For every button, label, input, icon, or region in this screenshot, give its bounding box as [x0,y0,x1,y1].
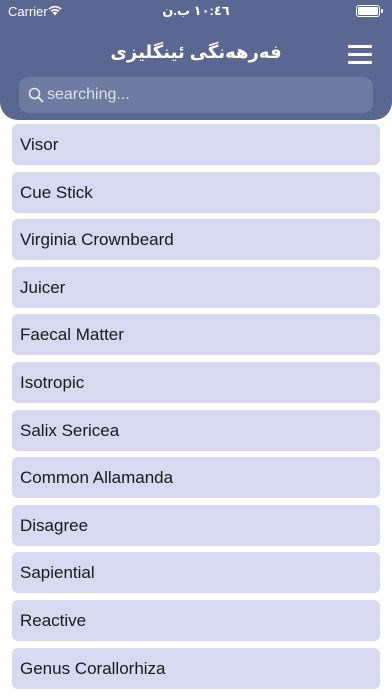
list-item[interactable]: Common Allamanda [12,457,380,499]
list-item[interactable]: Disagree [12,504,380,546]
list-item[interactable]: Genus Corallorhiza [12,647,380,689]
list-item[interactable]: Salix Sericea [12,409,380,451]
list-item[interactable]: Sapiential [12,552,380,594]
battery-icon [356,5,383,17]
status-bar: Carrier ١٠:٤٦ ب.ن [0,0,392,22]
list-item[interactable]: Juicer [12,266,380,308]
status-time: ١٠:٤٦ ب.ن [162,3,230,18]
hamburger-icon-line [348,45,372,48]
list-item[interactable]: Faecal Matter [12,314,380,356]
list-item[interactable]: Isotropic [12,362,380,403]
list-item[interactable]: Reactive [12,600,380,641]
search-input[interactable] [47,77,357,113]
hamburger-icon-line [348,61,372,64]
app-header: Carrier ١٠:٤٦ ب.ن فەرهەنگی ئینگلیزی [0,0,392,120]
list-item[interactable]: Visor [12,124,380,165]
hamburger-icon-line [348,53,372,56]
menu-button[interactable] [348,45,372,65]
search-icon [28,87,44,103]
list-item[interactable]: Virginia Crownbeard [12,219,380,261]
list-item[interactable]: Cue Stick [12,171,380,213]
page-title: فەرهەنگی ئینگلیزی [110,42,282,62]
search-bar[interactable] [19,77,373,113]
